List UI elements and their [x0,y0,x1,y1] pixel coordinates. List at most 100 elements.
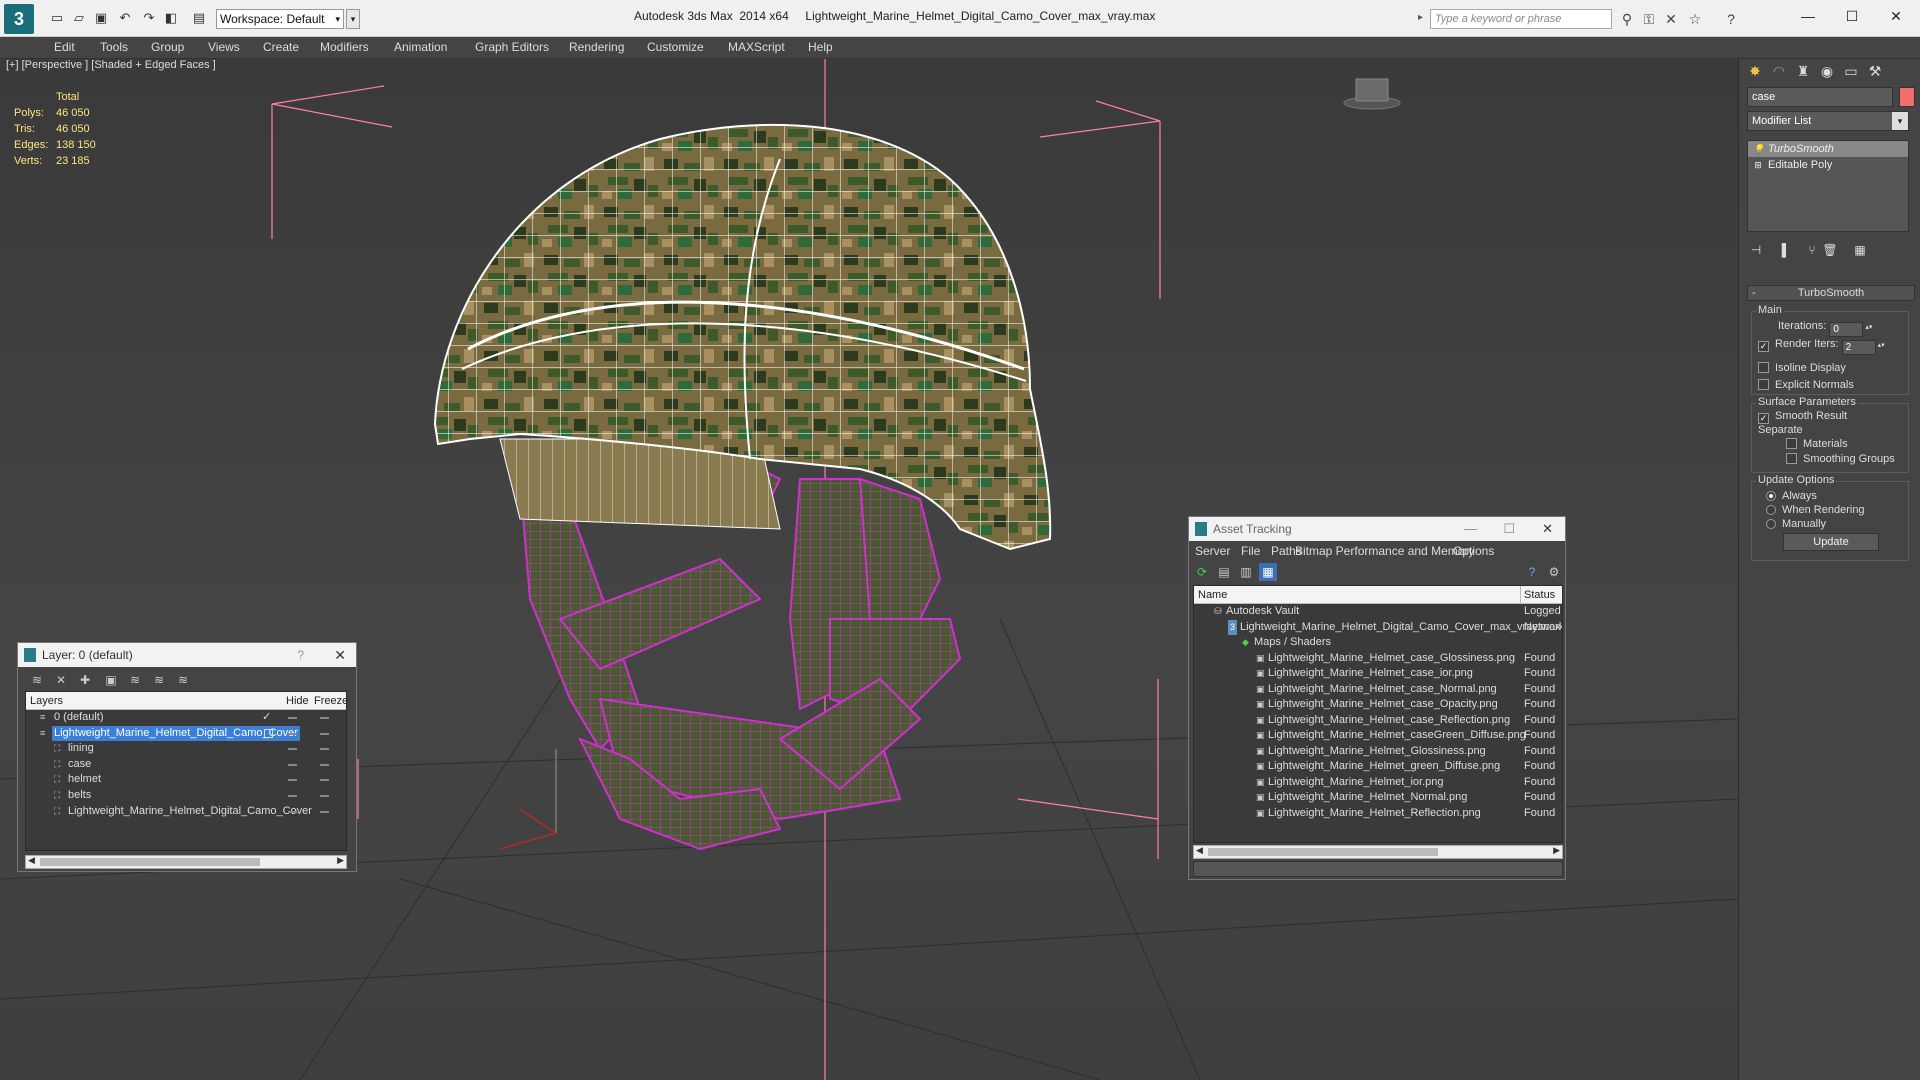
viewport-label[interactable]: [+] [Perspective ] [Shaded + Edged Faces… [6,59,216,71]
search-input[interactable]: Type a keyword or phrase [1430,9,1612,29]
create-tab-icon[interactable]: ✸ [1743,59,1767,83]
select-objects-icon[interactable]: ▣ [102,671,120,689]
isoline-checkbox[interactable] [1758,362,1769,373]
hierarchy-tab-icon[interactable]: ♜ [1791,59,1815,83]
asset-row[interactable]: ⛁ Autodesk Vault Logged O [1194,604,1562,620]
layer-row[interactable]: ⛶ case [26,757,346,773]
asset-dialog-titlebar[interactable]: Asset Tracking — ☐ ✕ [1189,517,1565,541]
remove-modifier-icon[interactable]: 🗑 [1821,241,1839,259]
refresh-icon[interactable]: ⟳ [1193,563,1211,581]
project-folder-icon[interactable]: ◧ [162,10,180,26]
modify-tab-icon[interactable]: ◠ [1767,59,1791,83]
asset-row[interactable]: ▣ Lightweight_Marine_Helmet_caseGreen_Dif… [1194,728,1562,744]
close-icon[interactable]: ✕ [334,643,346,667]
layer-row[interactable]: ⛶ Lightweight_Marine_Helmet_Digital_Camo_… [26,804,346,820]
open-file-icon[interactable]: ▱ [70,10,88,26]
spinner-arrows-icon[interactable]: ▴▾ [1878,341,1885,349]
hide-toggle[interactable] [288,810,297,813]
minimize-button[interactable]: — [1464,517,1477,541]
column-freeze[interactable]: Freeze [314,692,348,710]
hide-toggle[interactable] [288,748,297,751]
asset-row[interactable]: ◆ Maps / Shaders [1194,635,1562,651]
asset-row[interactable]: ▣ Lightweight_Marine_Helmet_ior.png Found [1194,775,1562,791]
current-layer-check-icon[interactable]: ✓ [262,710,271,726]
column-layers[interactable]: Layers [30,692,63,710]
spinner-arrows-icon[interactable]: ▴▾ [1865,323,1872,331]
always-radio[interactable] [1766,491,1776,501]
menu-maxscript[interactable]: MAXScript [728,40,785,54]
asset-row[interactable]: ▣ Lightweight_Marine_Helmet_Normal.png Fou… [1194,790,1562,806]
workspace-dropdown[interactable]: Workspace: Default ▾ [216,9,344,29]
layer-row[interactable]: ≡ Lightweight_Marine_Helmet_Digital_Camo_… [26,725,346,742]
set-current-layer-icon[interactable]: ≋ [150,671,168,689]
horizontal-scrollbar[interactable]: ◀ ▶ [1193,845,1563,859]
scroll-thumb[interactable] [40,858,260,866]
asset-row[interactable]: 3 Lightweight_Marine_Helmet_Digital_Camo_… [1194,619,1562,635]
help-button[interactable]: ? [297,643,304,667]
menu-views[interactable]: Views [208,40,240,54]
menu-customize[interactable]: Customize [647,40,704,54]
rollout-header[interactable]: - TurboSmooth [1747,285,1915,301]
help-icon[interactable]: ? [1722,11,1740,27]
modifier-list-dropdown[interactable]: Modifier List ▾ [1747,111,1909,131]
create-layer-icon[interactable]: ≋ [28,671,46,689]
make-unique-icon[interactable]: ⑂ [1803,241,1821,259]
smooth-result-checkbox[interactable]: ✓ [1758,413,1769,424]
settings-icon[interactable]: ▤ [190,10,208,26]
maximize-button[interactable]: ☐ [1503,517,1515,541]
scroll-thumb[interactable] [1208,848,1438,856]
layer-dialog-titlebar[interactable]: Layer: 0 (default) ? ✕ [18,643,356,667]
menu-group[interactable]: Group [151,40,184,54]
show-end-result-icon[interactable]: ▌ [1777,241,1795,259]
menu-bitmap-performance[interactable]: Bitmap Performance and Memory [1295,544,1474,558]
hide-toggle[interactable] [288,779,297,782]
scroll-left-icon[interactable]: ◀ [28,855,35,866]
freeze-toggle[interactable] [320,794,329,797]
undo-icon[interactable]: ↶ [116,10,134,26]
menu-tools[interactable]: Tools [100,40,128,54]
menu-graph-editors[interactable]: Graph Editors [475,40,549,54]
hide-toggle[interactable] [288,732,297,735]
column-divider[interactable] [1520,586,1521,604]
manually-radio[interactable] [1766,519,1776,529]
menu-edit[interactable]: Edit [54,40,75,54]
freeze-toggle[interactable] [320,732,329,735]
motion-tab-icon[interactable]: ◉ [1815,59,1839,83]
asset-row[interactable]: ▣ Lightweight_Marine_Helmet_case_Reflecti… [1194,713,1562,729]
display-tab-icon[interactable]: ▭ [1839,59,1863,83]
new-file-icon[interactable]: ▭ [48,10,66,26]
freeze-toggle[interactable] [320,748,329,751]
object-color-swatch[interactable] [1899,87,1915,107]
menu-options[interactable]: Options [1453,544,1494,558]
close-button[interactable]: ✕ [1876,4,1916,28]
column-name[interactable]: Name [1198,586,1227,604]
pin-stack-icon[interactable]: ⊣ [1747,241,1765,259]
expand-plus-icon[interactable]: ⊞ [1753,160,1763,170]
scroll-right-icon[interactable]: ▶ [1553,845,1560,856]
lightbulb-icon[interactable]: 💡 [1753,144,1764,154]
minimize-button[interactable]: — [1788,4,1828,28]
help-icon[interactable]: ? [1523,563,1541,581]
maximize-button[interactable]: ☐ [1832,4,1872,28]
update-button[interactable]: Update [1783,533,1879,551]
set-current-checkbox[interactable] [264,728,273,738]
asset-row[interactable]: ▣ Lightweight_Marine_Helmet_green_Diffuse… [1194,759,1562,775]
stack-item-turbosmooth[interactable]: 💡 TurboSmooth [1748,141,1908,157]
asset-row[interactable]: ▣ Lightweight_Marine_Helmet_Reflection.pn… [1194,806,1562,822]
scroll-right-icon[interactable]: ▶ [337,855,344,866]
object-name-input[interactable]: case [1747,87,1893,107]
layer-row[interactable]: ⛶ helmet [26,772,346,788]
add-to-layer-icon[interactable]: ✚ [76,671,94,689]
grid-view-icon[interactable]: ▦ [1259,563,1277,581]
hide-toggle[interactable] [288,794,297,797]
search-expand-icon[interactable]: ▸ [1418,12,1423,23]
asset-row[interactable]: ▣ Lightweight_Marine_Helmet_case_Glossine… [1194,651,1562,667]
stack-item-editable-poly[interactable]: ⊞ Editable Poly [1748,157,1908,173]
menu-create[interactable]: Create [263,40,299,54]
menu-help[interactable]: Help [808,40,833,54]
delete-layer-icon[interactable]: ✕ [52,671,70,689]
configure-sets-icon[interactable]: ▦ [1851,241,1869,259]
menu-animation[interactable]: Animation [394,40,447,54]
binoculars-icon[interactable]: ⚲ [1618,11,1636,27]
freeze-toggle[interactable] [320,779,329,782]
